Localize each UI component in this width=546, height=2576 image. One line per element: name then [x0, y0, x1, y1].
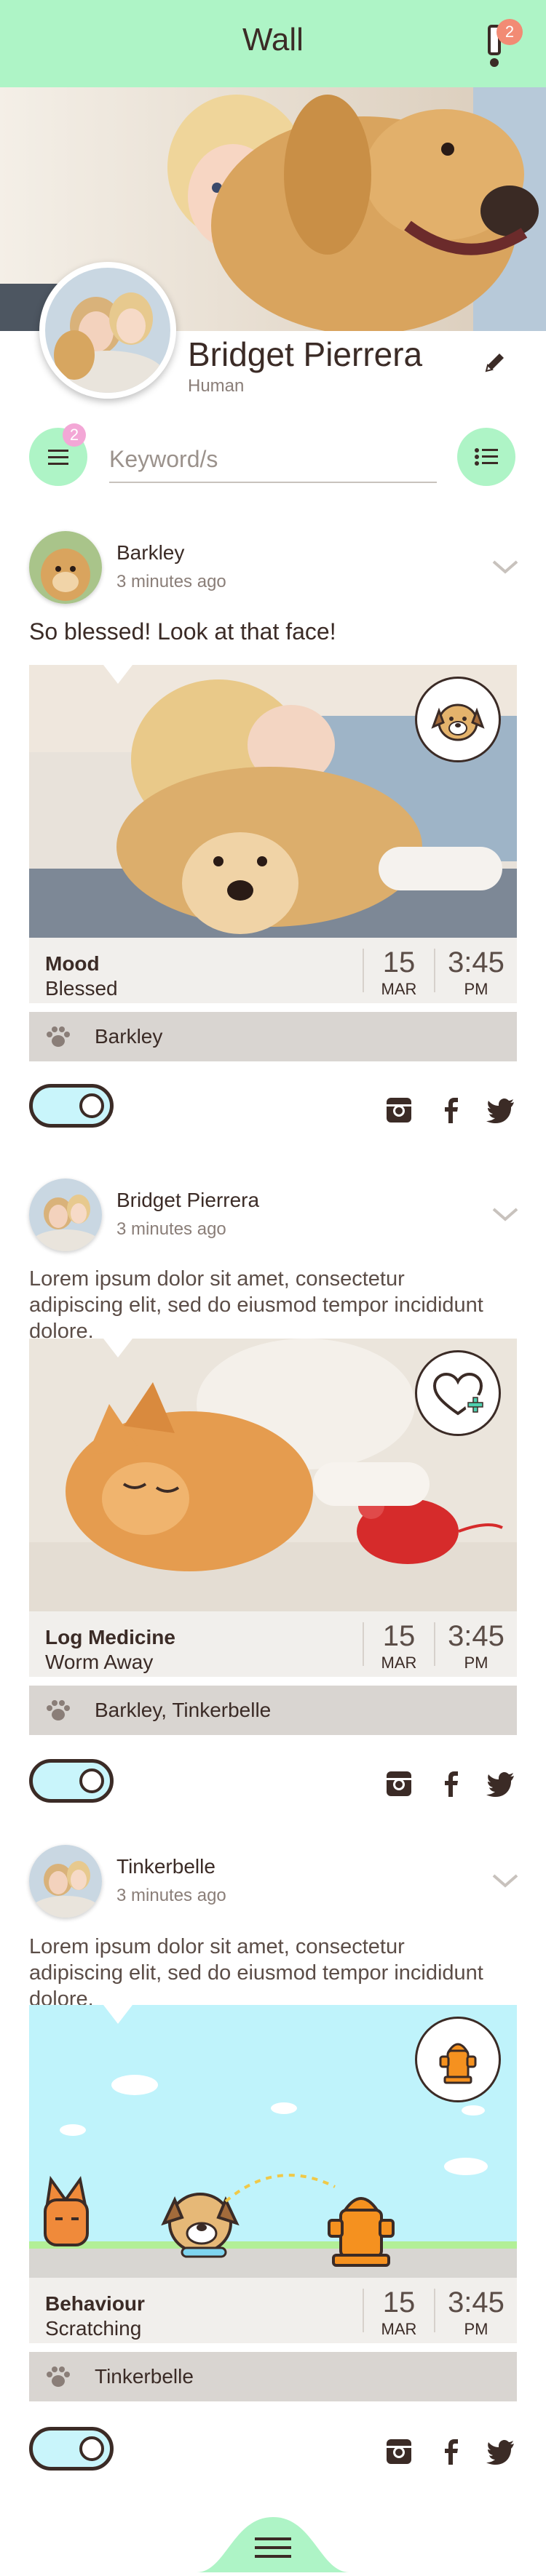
filter-badge: 2	[63, 423, 86, 447]
post-category-value: Worm Away	[45, 1651, 154, 1673]
post-avatar[interactable]	[29, 1845, 102, 1918]
post-text: Lorem ipsum dolor sit amet, consectetur …	[29, 1935, 483, 2011]
notification-button[interactable]: 2	[486, 19, 523, 68]
search-input[interactable]	[109, 436, 437, 483]
facebook-icon[interactable]	[437, 2437, 466, 2466]
facebook-icon[interactable]	[437, 1769, 466, 1798]
post-ampm: PM	[464, 1654, 488, 1672]
profile-name: Bridget Pierrera	[188, 335, 423, 373]
post-category-value: Scratching	[45, 2317, 142, 2340]
post-month: MAR	[381, 1654, 417, 1672]
notification-badge: 2	[496, 19, 523, 45]
post-avatar[interactable]	[29, 531, 102, 604]
post-time: 3 minutes ago	[116, 572, 226, 591]
page-title: Wall	[242, 22, 304, 57]
pencil-icon	[485, 354, 504, 372]
post-time-of-day: 3:45	[448, 1620, 505, 1652]
post-author[interactable]: Tinkerbelle	[116, 1855, 215, 1878]
edit-profile-button[interactable]	[480, 348, 510, 377]
toggle-knob	[79, 1093, 104, 1118]
post-toggle[interactable]	[29, 1084, 114, 1128]
post-info-bar: Mood Blessed 15 MAR 3:45 PM	[29, 938, 517, 1003]
post-category-badge[interactable]	[415, 677, 501, 762]
profile-avatar[interactable]	[39, 262, 176, 399]
paw-icon	[47, 1026, 70, 1047]
post-author[interactable]: Bridget Pierrera	[116, 1189, 259, 1212]
post-ampm: PM	[464, 2320, 488, 2338]
post-category-badge[interactable]	[415, 1350, 501, 1436]
dog-face-icon	[431, 703, 485, 741]
post-time-of-day: 3:45	[448, 2286, 505, 2318]
post-month: MAR	[381, 2320, 417, 2338]
tagged-pets-bar[interactable]: Tinkerbelle	[29, 2352, 517, 2401]
post-category-value: Blessed	[45, 977, 118, 1000]
twitter-icon[interactable]	[486, 2437, 515, 2466]
post-category: Behaviour	[45, 2292, 145, 2315]
post-day: 15	[382, 2286, 416, 2318]
tagged-pets: Barkley, Tinkerbelle	[95, 1699, 272, 1721]
tagged-pets-bar[interactable]: Barkley	[29, 1012, 517, 1061]
chevron-down-icon	[492, 1874, 518, 1888]
post-toggle[interactable]	[29, 2427, 114, 2471]
chevron-down-icon	[492, 560, 518, 574]
filter-button[interactable]: 2	[29, 423, 87, 486]
tagged-pets-bar[interactable]: Barkley, Tinkerbelle	[29, 1686, 517, 1735]
photo-pointer	[103, 665, 132, 684]
post-category: Log Medicine	[45, 1626, 175, 1648]
facebook-icon[interactable]	[437, 1096, 466, 1125]
post-day: 15	[382, 1620, 416, 1652]
post-month: MAR	[381, 980, 417, 998]
twitter-icon[interactable]	[486, 1769, 515, 1798]
post-time: 3 minutes ago	[116, 1886, 226, 1905]
post-category: Mood	[45, 952, 100, 975]
post-time: 3 minutes ago	[116, 1219, 226, 1239]
post-menu-button[interactable]	[491, 556, 520, 578]
tagged-pets: Barkley	[95, 1025, 163, 1048]
post-author[interactable]: Barkley	[116, 541, 184, 565]
post-toggle[interactable]	[29, 1759, 114, 1803]
post-info-bar: Behaviour Scratching 15 MAR 3:45 PM	[29, 2278, 517, 2343]
instagram-icon[interactable]	[384, 1769, 414, 1798]
heart-plus-icon	[432, 1372, 486, 1416]
photo-pointer	[103, 2005, 132, 2024]
post-text: Lorem ipsum dolor sit amet, consectetur …	[29, 1267, 483, 1343]
top-bar: Wall 2	[0, 0, 546, 87]
instagram-icon[interactable]	[384, 2437, 414, 2466]
twitter-icon[interactable]	[486, 1096, 515, 1125]
post-menu-button[interactable]	[491, 1870, 520, 1891]
paw-icon	[47, 2366, 70, 2387]
chevron-down-icon	[492, 1208, 518, 1221]
post-category-badge[interactable]	[415, 2017, 501, 2102]
fire-hydrant-icon	[439, 2043, 477, 2084]
post-text: So blessed! Look at that face!	[29, 618, 336, 645]
list-icon	[475, 448, 498, 466]
list-view-button[interactable]	[457, 428, 515, 486]
toggle-knob	[79, 2436, 104, 2461]
post-menu-button[interactable]	[491, 1203, 520, 1225]
post-day: 15	[382, 946, 416, 978]
post-avatar[interactable]	[29, 1179, 102, 1251]
post-ampm: PM	[464, 980, 488, 998]
post-info-bar: Log Medicine Worm Away 15 MAR 3:45 PM	[29, 1611, 517, 1677]
toggle-knob	[79, 1768, 104, 1793]
photo-pointer	[103, 1339, 132, 1357]
tagged-pets: Tinkerbelle	[95, 2365, 194, 2388]
instagram-icon[interactable]	[384, 1096, 414, 1125]
profile-role: Human	[188, 376, 245, 396]
bottom-menu-button[interactable]	[197, 2513, 349, 2572]
post-time-of-day: 3:45	[448, 946, 505, 978]
paw-icon	[47, 1700, 70, 1720]
